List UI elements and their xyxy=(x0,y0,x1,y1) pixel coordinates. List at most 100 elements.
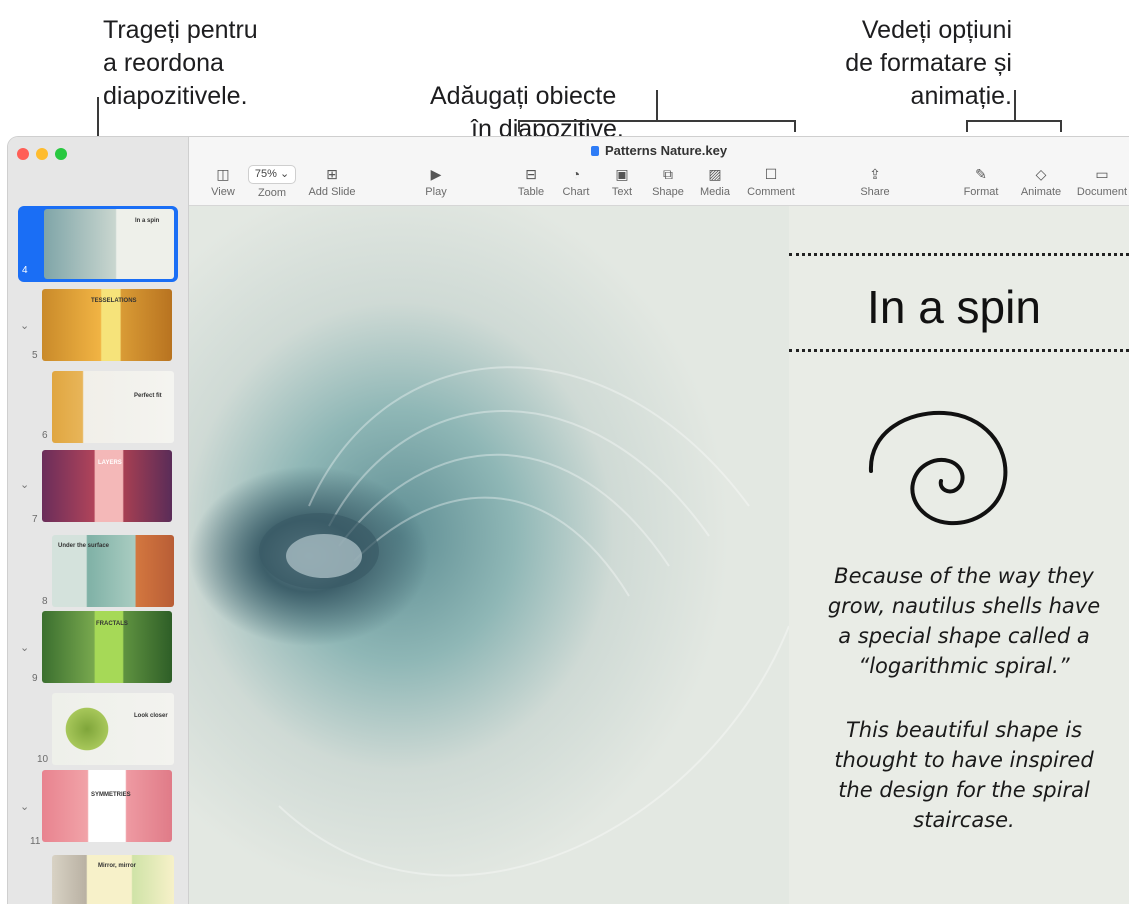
media-button[interactable]: ▨ Media xyxy=(696,165,734,198)
minimize-button[interactable] xyxy=(36,148,48,160)
comment-button[interactable]: ☐ Comment xyxy=(744,165,798,198)
media-label: Media xyxy=(700,186,730,198)
chevron-down-icon[interactable]: ⌄ xyxy=(20,478,29,491)
share-button[interactable]: ⇪ Share xyxy=(857,165,893,198)
chart-label: Chart xyxy=(562,186,590,198)
dotted-rule-top xyxy=(789,253,1129,256)
comment-icon: ☐ xyxy=(764,166,778,182)
view-button[interactable]: ◫ View xyxy=(203,165,243,198)
slide-number: 10 xyxy=(37,754,49,765)
callout-format-options: Vedeți opțiuni de formatare și animație. xyxy=(845,16,1012,110)
slide-thumbnail-8[interactable]: Under the surface 8 xyxy=(8,535,188,607)
slide-thumb-image: In a spin xyxy=(44,209,174,279)
play-label: Play xyxy=(425,186,447,198)
shell-whorl-lines xyxy=(259,366,789,877)
fullscreen-button[interactable] xyxy=(55,148,67,160)
document-icon: ▭ xyxy=(1095,166,1109,182)
diamond-icon: ◇ xyxy=(1035,166,1047,182)
view-label: View xyxy=(211,186,235,198)
slide-number: 5 xyxy=(32,350,38,361)
slide-navigator[interactable]: In a spin 4 ⌄ TESSELATIONS 5 Perfect fit… xyxy=(8,137,189,904)
chart-icon: ◔ xyxy=(571,166,581,182)
zoom-button[interactable]: 75% ⌄ Zoom xyxy=(245,165,299,199)
shape-label: Shape xyxy=(652,186,684,198)
slide-thumbnail-4[interactable]: In a spin 4 xyxy=(8,206,188,282)
leader-line-add-objects-bar xyxy=(518,120,796,122)
zoom-select[interactable]: 75% ⌄ xyxy=(247,165,297,184)
callout-add-objects-line1: Adăugați obiecte xyxy=(430,82,617,110)
slide-canvas[interactable]: In a spin Because of the way they grow, … xyxy=(189,206,1129,904)
share-label: Share xyxy=(860,186,890,198)
slide-number: 11 xyxy=(30,836,41,847)
slide-thumb-title: TESSELATIONS xyxy=(91,298,137,304)
close-button[interactable] xyxy=(17,148,29,160)
zoom-value: 75% xyxy=(254,168,277,180)
share-icon: ⇪ xyxy=(869,166,881,182)
chart-button[interactable]: ◔ Chart xyxy=(558,165,594,198)
comment-label: Comment xyxy=(747,186,795,198)
zoom-label: Zoom xyxy=(257,187,287,199)
slide-thumb-title: In a spin xyxy=(135,218,160,224)
chevron-down-icon: ⌄ xyxy=(279,168,290,180)
text-label: Text xyxy=(611,186,633,198)
toolbar: Patterns Nature.key ◫ View 75% ⌄ Zoom ⊞ … xyxy=(189,137,1129,206)
slide-number: 7 xyxy=(32,514,38,525)
play-icon: ▶ xyxy=(430,166,442,182)
add-slide-label: Add Slide xyxy=(308,186,356,198)
slide-thumbnail-7[interactable]: ⌄ LAYERS 7 xyxy=(8,448,188,525)
slide-thumb-title: Mirror, mirror xyxy=(98,863,137,869)
text-button[interactable]: ▣ Text xyxy=(607,165,637,198)
slide-thumb-image: LAYERS xyxy=(42,450,172,522)
nautilus-shell-image[interactable] xyxy=(189,206,789,904)
table-icon: ⊟ xyxy=(525,166,537,182)
slide-thumbnail-12[interactable]: Mirror, mirror xyxy=(8,855,188,904)
slide-paragraph-2[interactable]: This beautiful shape is thought to have … xyxy=(819,715,1109,835)
slide-thumb-title: Perfect fit xyxy=(134,393,162,399)
chevron-down-icon[interactable]: ⌄ xyxy=(20,800,29,813)
keynote-file-icon xyxy=(590,146,599,156)
slide-thumb-title: Under the surface xyxy=(58,543,110,549)
table-button[interactable]: ⊟ Table xyxy=(514,165,548,198)
slide-number: 9 xyxy=(32,673,38,684)
format-label: Format xyxy=(963,186,999,198)
leader-line-add-objects-right xyxy=(794,120,796,132)
format-button[interactable]: ✎ Format xyxy=(961,165,1001,198)
media-icon: ▨ xyxy=(708,166,722,182)
dotted-rule-bottom xyxy=(789,349,1129,352)
shape-icon: ⧉ xyxy=(663,166,673,182)
animate-label: Animate xyxy=(1020,186,1062,198)
slide-thumb-title: SYMMETRIES xyxy=(91,792,131,798)
shape-button[interactable]: ⧉ Shape xyxy=(649,165,687,198)
add-slide-button[interactable]: ⊞ Add Slide xyxy=(302,165,362,198)
slide-thumb-image: Look closer xyxy=(52,693,174,765)
slide-thumb-image: TESSELATIONS xyxy=(42,289,172,361)
slide-paragraph-1[interactable]: Because of the way they grow, nautilus s… xyxy=(819,561,1109,681)
chevron-down-icon[interactable]: ⌄ xyxy=(20,641,29,654)
slide-thumbnail-10[interactable]: Look closer 10 xyxy=(8,693,188,765)
slide-number: 4 xyxy=(22,265,28,276)
slide-thumb-image: Perfect fit xyxy=(52,371,174,443)
animate-button[interactable]: ◇ Animate xyxy=(1018,165,1064,198)
slide-thumb-image: Under the surface xyxy=(52,535,174,607)
text-box-icon: ▣ xyxy=(615,166,629,182)
slide-thumb-title: LAYERS xyxy=(98,460,122,466)
leader-line-add-objects-left xyxy=(518,120,520,132)
plus-square-icon: ⊞ xyxy=(326,166,338,182)
leader-line-format-stem xyxy=(1014,90,1016,120)
slide-thumbnail-5[interactable]: ⌄ TESSELATIONS 5 xyxy=(8,289,188,361)
slide-thumb-image: SYMMETRIES xyxy=(42,770,172,842)
sidebar-icon: ◫ xyxy=(216,166,230,182)
document-button[interactable]: ▭ Document xyxy=(1075,165,1129,198)
play-button[interactable]: ▶ Play xyxy=(419,165,453,198)
slide-thumbnail-11[interactable]: ⌄ SYMMETRIES 11 xyxy=(8,770,188,847)
leader-line-add-objects-stem xyxy=(656,90,658,120)
chevron-down-icon[interactable]: ⌄ xyxy=(20,319,29,332)
paintbrush-icon: ✎ xyxy=(975,166,987,182)
slide-thumbnail-6[interactable]: Perfect fit 6 xyxy=(8,371,188,443)
slide-title[interactable]: In a spin xyxy=(779,280,1129,334)
slide-text-area[interactable]: In a spin Because of the way they grow, … xyxy=(779,206,1129,904)
callout-reorder-slides: Trageți pentru a reordona diapozitivele. xyxy=(103,16,258,110)
slide-thumbnail-9[interactable]: ⌄ FRACTALS 9 xyxy=(8,611,188,687)
document-label: Document xyxy=(1076,186,1128,198)
keynote-window: In a spin 4 ⌄ TESSELATIONS 5 Perfect fit… xyxy=(8,137,1129,904)
